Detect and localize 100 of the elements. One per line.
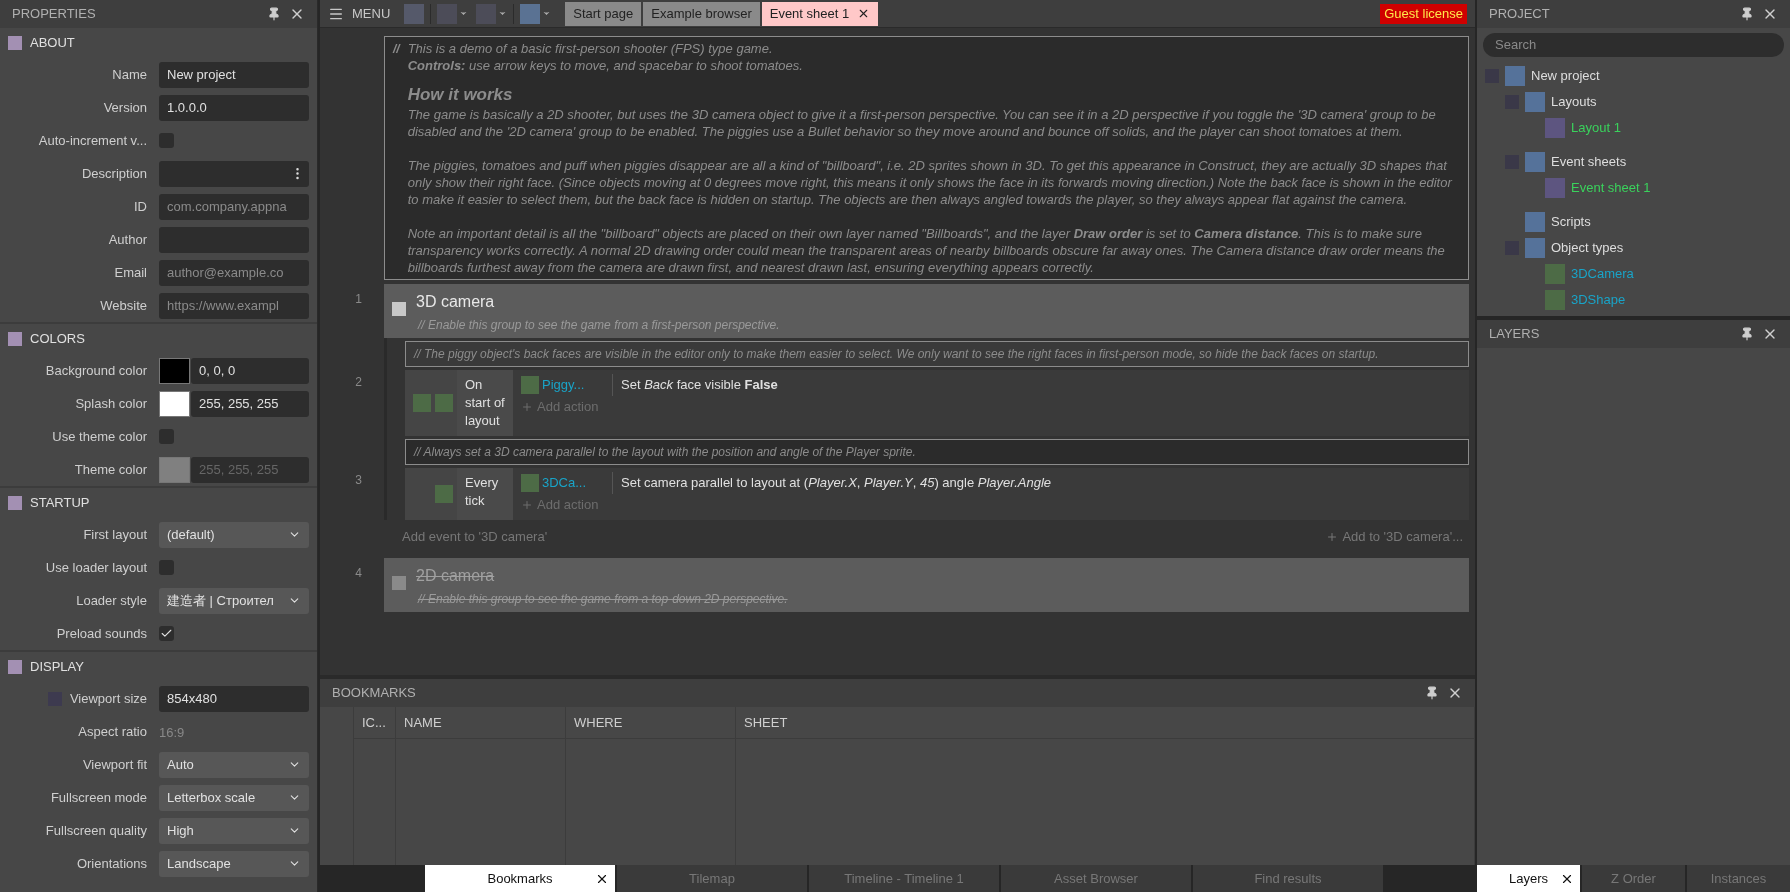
square-icon — [1505, 65, 1525, 86]
editor-tab[interactable]: Start page — [565, 1, 642, 26]
group-header[interactable]: 3D camera // Enable this group to see the game from a first-person perspective. — [384, 284, 1469, 338]
square-icon — [521, 474, 539, 492]
property-label: Email — [114, 263, 147, 282]
column-header[interactable]: WHERE — [574, 712, 623, 733]
color-swatch[interactable] — [159, 357, 190, 384]
group-checkbox[interactable] — [392, 576, 406, 590]
property-label: Loader style — [76, 591, 147, 610]
add-to-group-button[interactable]: Add to '3D camera'... — [1326, 527, 1463, 547]
property-label: Website — [100, 296, 147, 315]
pin-icon[interactable] — [1740, 7, 1754, 21]
square-icon — [1545, 117, 1565, 138]
action-text[interactable]: Set Back face visible False — [621, 375, 778, 395]
text-field[interactable]: com.company.appna — [159, 193, 309, 220]
text-field[interactable]: https://www.exampl — [159, 292, 309, 319]
pin-icon[interactable] — [1740, 327, 1754, 341]
toolbar-button[interactable] — [402, 3, 427, 24]
tree-item[interactable]: Object types — [1551, 237, 1624, 258]
select-field[interactable]: (default) — [159, 521, 309, 548]
check-icon — [160, 627, 173, 640]
text-field[interactable] — [159, 226, 309, 253]
property-label: ID — [134, 197, 147, 216]
section-square-icon — [8, 332, 22, 346]
readonly-value: 16:9 — [159, 724, 185, 740]
panel-title: PROPERTIES — [12, 5, 96, 24]
property-label: Orientations — [76, 854, 147, 873]
checkbox[interactable] — [159, 429, 174, 444]
color-swatch[interactable] — [159, 390, 190, 417]
tree-item[interactable]: 3DCamera — [1571, 263, 1634, 284]
tree-item[interactable]: New project — [1531, 65, 1600, 86]
property-label: Fullscreen quality — [45, 821, 147, 840]
pin-icon[interactable] — [1425, 686, 1439, 700]
column-header[interactable]: NAME — [404, 712, 442, 733]
condition[interactable]: Every tick — [457, 468, 513, 520]
select-field[interactable]: Auto — [159, 751, 309, 778]
text-field[interactable]: author@example.co — [159, 259, 309, 286]
tree-item[interactable]: Layout 1 — [1571, 117, 1621, 138]
text-field[interactable]: New project — [159, 61, 309, 88]
group-title: 2D camera — [416, 566, 495, 586]
section-title: DISPLAY — [30, 658, 84, 677]
square-icon — [413, 394, 431, 412]
property-label: Aspect ratio — [78, 722, 147, 741]
tree-item[interactable]: Scripts — [1551, 211, 1591, 232]
color-field[interactable]: 255, 255, 255 — [191, 390, 309, 417]
section-title: COLORS — [30, 330, 85, 349]
group-title: 3D camera — [416, 292, 495, 312]
select-field[interactable]: High — [159, 817, 309, 844]
section-title: ABOUT — [30, 34, 75, 53]
menu-button[interactable]: MENU — [328, 3, 399, 24]
property-label: Use loader layout — [45, 558, 147, 577]
text-field[interactable]: 1.0.0.0 — [159, 94, 309, 121]
line-number: 2 — [354, 374, 363, 391]
checkbox[interactable] — [159, 133, 174, 148]
property-label: Name — [112, 65, 147, 84]
comment: // The piggy object's back faces are visible in the editor only to make them easier to select. We only want to see the right faces in first-person mode, so hide the back faces on startup. — [405, 341, 1469, 367]
select-field[interactable]: 建造者 | Строител — [159, 587, 309, 614]
comment-paragraph: The game is basically a 2D shooter, but uses the 3D camera object to give it a first-person perspective. You can see it in a 2D perspective if you toggle the '3D camera' group to be disabled and the '2D camera' group to be enabled. The piggies use a Bullet behavior so they move around and bounce off solids, and the player can shoot tomatoes at them. — [407, 106, 1437, 140]
color-field[interactable]: 0, 0, 0 — [191, 357, 309, 384]
select-field[interactable]: Landscape — [159, 850, 309, 877]
panel-tab[interactable]: Bookmarks — [425, 865, 615, 892]
tree-item[interactable]: Layouts — [1551, 91, 1597, 112]
tree-item[interactable]: 3DShape — [1571, 289, 1626, 310]
line-number: 3 — [354, 472, 363, 489]
checkbox[interactable] — [159, 626, 174, 641]
editor-tab[interactable]: Event sheet 1 — [761, 1, 879, 26]
action-text[interactable]: Set camera parallel to layout at (Player.X, Player.Y, 45) angle Player.Angle — [621, 473, 1051, 493]
comment: // Always set a 3D camera parallel to the layout with the position and angle of the Player sprite. — [405, 439, 1469, 465]
tree-item[interactable]: Event sheet 1 — [1571, 177, 1651, 198]
square-icon — [1545, 177, 1565, 198]
tree-item[interactable]: Event sheets — [1551, 151, 1627, 172]
property-label: Viewport size — [69, 689, 147, 708]
description-field[interactable] — [159, 160, 309, 187]
action-object[interactable]: Piggy... — [542, 375, 604, 395]
checkbox[interactable] — [159, 560, 174, 575]
square-icon — [435, 394, 453, 412]
plus-icon — [1326, 531, 1339, 543]
property-label: First layout — [83, 525, 147, 544]
comment-line: This is a demo of a basic first-person shooter (FPS) type game. — [407, 40, 774, 57]
property-label: Preload sounds — [56, 624, 147, 643]
column-header[interactable]: IC... — [362, 712, 386, 733]
comment-heading: How it works — [407, 84, 514, 106]
column-header[interactable]: SHEET — [744, 712, 788, 733]
text-field[interactable]: 854x480 — [159, 685, 309, 712]
editor-tab[interactable]: Example browser — [643, 1, 760, 26]
property-label: Splash color — [75, 394, 147, 413]
search-field[interactable]: Search — [1483, 32, 1784, 57]
license-badge: Guest license — [1380, 3, 1467, 24]
group-checkbox[interactable] — [392, 302, 406, 316]
comment-line: Controls: use arrow keys to move, and spacebar to shoot tomatoes. — [407, 57, 804, 74]
square-icon — [1525, 211, 1545, 232]
property-label: Viewport fit — [82, 755, 147, 774]
condition[interactable]: On start of layout — [457, 370, 513, 436]
caret-icon — [498, 9, 508, 18]
pin-icon[interactable] — [267, 7, 281, 21]
select-field[interactable]: Letterbox scale — [159, 784, 309, 811]
square-icon — [521, 376, 539, 394]
panel-tab[interactable]: Layers — [1477, 865, 1580, 892]
action-object[interactable]: 3DCa... — [542, 473, 604, 493]
group-comment: // Enable this group to see the game from a top-down 2D perspective. — [416, 591, 789, 608]
